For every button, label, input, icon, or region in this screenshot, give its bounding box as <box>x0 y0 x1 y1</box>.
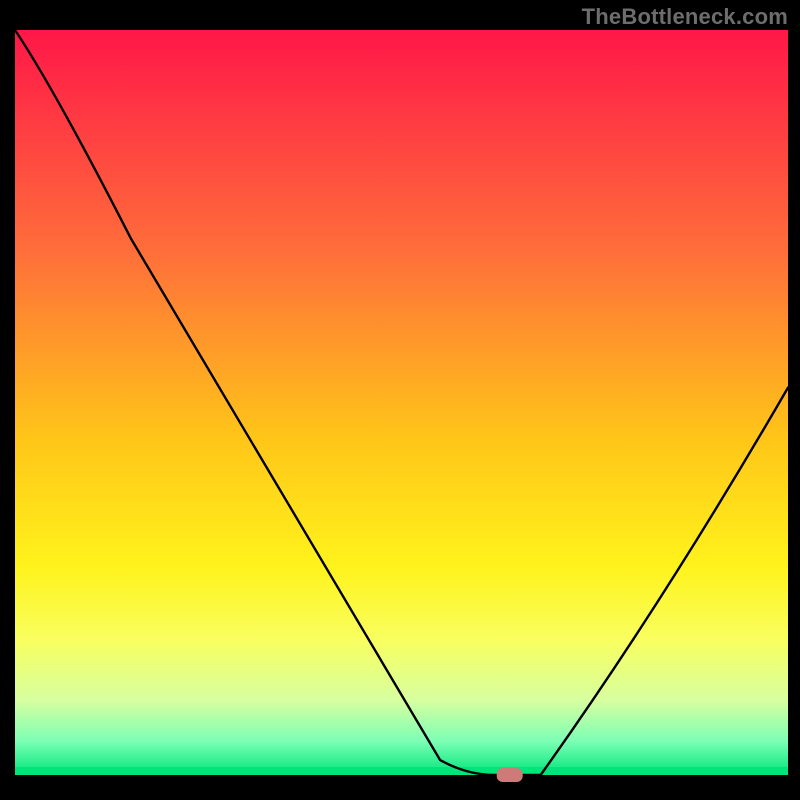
bottleneck-chart <box>0 0 800 800</box>
baseline-bar <box>15 767 788 775</box>
gradient-background <box>15 30 788 775</box>
watermark-text: TheBottleneck.com <box>582 4 788 30</box>
chart-frame: TheBottleneck.com <box>0 0 800 800</box>
optimal-marker <box>497 768 523 782</box>
